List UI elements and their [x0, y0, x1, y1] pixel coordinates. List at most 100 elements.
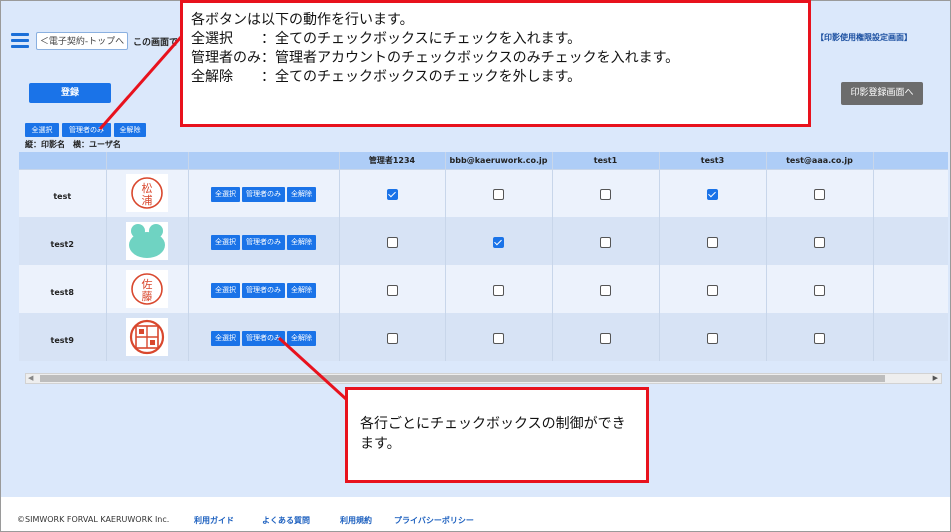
- callout-button-explanation: 各ボタンは以下の動作を行います。 全選択 ：全てのチェックボックスにチェックを入…: [180, 0, 811, 127]
- table-header-row: 管理者1234 bbb@kaeruwork.co.jp test1 test3 …: [19, 152, 948, 170]
- permission-cell-clipped: [873, 313, 948, 361]
- callout-row-explanation: 各行ごとにチェックボックスの制御ができます。: [345, 387, 649, 483]
- permission-cell: [445, 169, 553, 217]
- row-select-all-button[interactable]: 全選択: [211, 186, 240, 202]
- scroll-right-arrow-icon[interactable]: ▶: [933, 374, 938, 383]
- permission-cell: [445, 313, 553, 361]
- bulk-clear-all-button[interactable]: 全解除: [114, 123, 146, 137]
- permission-cell: [766, 265, 874, 313]
- permission-cell: [659, 217, 767, 265]
- permission-checkbox[interactable]: [493, 284, 504, 296]
- svg-text:佐: 佐: [142, 277, 153, 291]
- permission-checkbox[interactable]: [386, 284, 398, 296]
- permission-checkbox[interactable]: [493, 332, 504, 344]
- menu-icon[interactable]: [11, 33, 29, 49]
- permission-cell: [659, 265, 767, 313]
- stamp-image: [126, 222, 168, 260]
- permission-checkbox[interactable]: [600, 332, 611, 344]
- permission-cell-clipped: [873, 169, 948, 217]
- column-header: test3: [659, 152, 767, 170]
- permission-checkbox[interactable]: [386, 332, 398, 344]
- permission-checkbox[interactable]: [600, 284, 611, 296]
- stamp-register-button[interactable]: 印影登録画面へ: [841, 82, 923, 105]
- permission-checkbox[interactable]: [814, 236, 825, 248]
- permission-cell-clipped: [873, 217, 948, 265]
- row-stamp-name: test8: [19, 265, 107, 313]
- callout-line: 管理者のみ：管理者アカウントのチェックボックスのみチェックを入れます。: [191, 50, 680, 66]
- table-row: test 松浦全選択 管理者のみ 全解除: [19, 169, 948, 217]
- row-admin-only-button[interactable]: 管理者のみ: [242, 282, 285, 298]
- row-name-text: test8: [50, 287, 74, 297]
- row-select-all-button[interactable]: 全選択: [211, 330, 240, 346]
- callout-line: 各行ごとにチェックボックスの制御ができます。: [360, 416, 626, 452]
- permission-cell: [339, 217, 446, 265]
- row-controls-cell: 全選択 管理者のみ 全解除: [188, 313, 340, 361]
- row-name-text: test2: [50, 239, 74, 249]
- row-admin-only-button[interactable]: 管理者のみ: [242, 186, 285, 202]
- table-body: test 松浦全選択 管理者のみ 全解除 test2 全選択 管理者のみ 全解除 test8 佐藤…: [19, 169, 948, 361]
- row-controls-cell: 全選択 管理者のみ 全解除: [188, 169, 340, 217]
- permission-checkbox[interactable]: [493, 188, 504, 200]
- permission-cell: [766, 217, 874, 265]
- row-stamp-cell: [106, 313, 189, 361]
- permission-cell: [766, 169, 874, 217]
- stamp-image: 松浦: [126, 174, 168, 213]
- table-row: test9 全選択 管理者のみ 全解除: [19, 313, 948, 361]
- permission-cell: [552, 169, 660, 217]
- row-stamp-name: test9: [19, 313, 107, 361]
- row-clear-all-button[interactable]: 全解除: [287, 234, 316, 250]
- scroll-thumb[interactable]: [40, 375, 885, 382]
- permission-checkbox[interactable]: [707, 284, 718, 296]
- table-row: test2 全選択 管理者のみ 全解除: [19, 217, 948, 265]
- bulk-admin-only-button[interactable]: 管理者のみ: [62, 123, 111, 137]
- svg-text:浦: 浦: [142, 194, 153, 207]
- permission-checkbox[interactable]: [493, 236, 504, 248]
- row-stamp-cell: 佐藤: [106, 265, 189, 313]
- back-to-top-button[interactable]: ＜電子契約-トップへ: [36, 32, 128, 50]
- stamp-image: 佐藤: [126, 270, 168, 308]
- permission-checkbox[interactable]: [814, 188, 825, 200]
- permission-checkbox[interactable]: [814, 284, 825, 296]
- footer-link-privacy[interactable]: プライバシーポリシー: [394, 515, 474, 526]
- permission-cell: [339, 313, 446, 361]
- permission-cell: [552, 265, 660, 313]
- header-empty: [19, 152, 107, 170]
- row-admin-only-button[interactable]: 管理者のみ: [242, 330, 285, 346]
- footer-link-guide[interactable]: 利用ガイド: [194, 515, 234, 526]
- row-select-all-button[interactable]: 全選択: [211, 282, 240, 298]
- page-tag: 【印影使用権限設定画面】: [816, 33, 912, 42]
- column-header-clipped: [873, 152, 948, 170]
- column-header: test1: [552, 152, 660, 170]
- row-name-text: test9: [50, 335, 74, 345]
- row-name-text: test: [53, 191, 72, 201]
- row-controls-cell: 全選択 管理者のみ 全解除: [188, 265, 340, 313]
- header-empty: [188, 152, 340, 170]
- row-stamp-cell: 松浦: [106, 169, 189, 217]
- permission-checkbox[interactable]: [707, 188, 718, 200]
- row-admin-only-button[interactable]: 管理者のみ: [242, 234, 285, 250]
- callout-line: 全選択 ：全てのチェックボックスにチェックを入れます。: [191, 31, 582, 47]
- bulk-select-all-button[interactable]: 全選択: [25, 123, 59, 137]
- row-clear-all-button[interactable]: 全解除: [287, 330, 316, 346]
- permission-checkbox[interactable]: [814, 332, 825, 344]
- permission-checkbox[interactable]: [386, 236, 398, 248]
- column-header: 管理者1234: [339, 152, 446, 170]
- register-button[interactable]: 登録: [29, 83, 111, 103]
- row-select-all-button[interactable]: 全選択: [211, 234, 240, 250]
- permission-checkbox[interactable]: [707, 332, 718, 344]
- footer-link-terms[interactable]: 利用規約: [340, 515, 372, 526]
- row-stamp-name: test: [19, 169, 107, 217]
- row-clear-all-button[interactable]: 全解除: [287, 186, 316, 202]
- permission-checkbox[interactable]: [386, 188, 398, 200]
- scroll-left-arrow-icon[interactable]: ◀: [28, 374, 33, 383]
- row-clear-all-button[interactable]: 全解除: [287, 282, 316, 298]
- permission-cell: [659, 313, 767, 361]
- horizontal-scrollbar[interactable]: ◀ ▶: [25, 373, 942, 384]
- footer-link-faq[interactable]: よくある質問: [262, 515, 310, 526]
- permission-cell: [659, 169, 767, 217]
- permission-cell: [339, 265, 446, 313]
- permission-checkbox[interactable]: [707, 236, 718, 248]
- footer: ©SIMWORK FORVAL KAERUWORK Inc. 利用ガイド よくあ…: [1, 497, 950, 531]
- permission-checkbox[interactable]: [600, 236, 611, 248]
- permission-checkbox[interactable]: [600, 188, 611, 200]
